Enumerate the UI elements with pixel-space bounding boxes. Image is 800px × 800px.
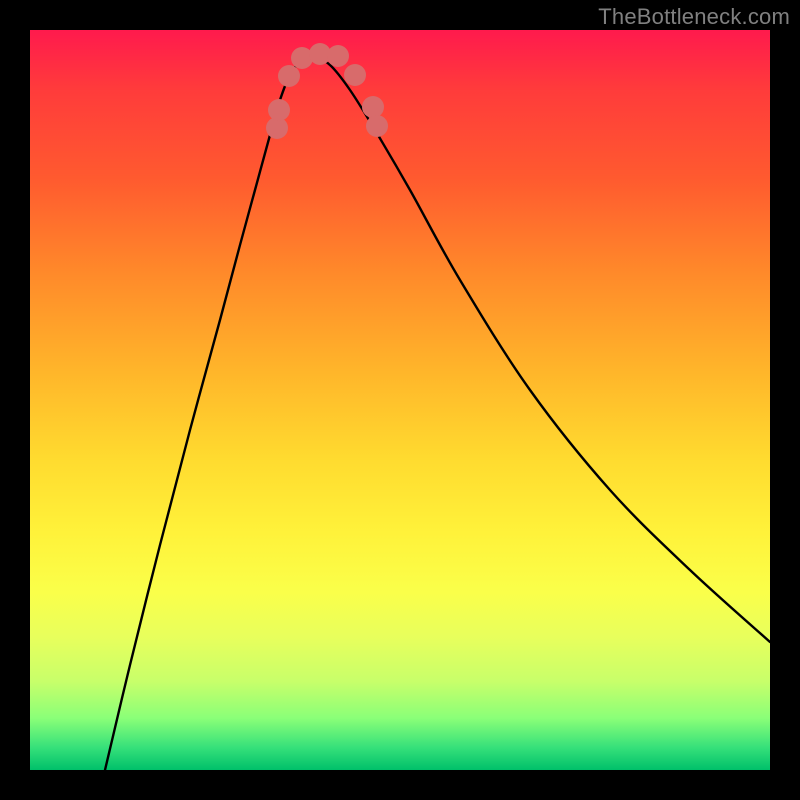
dot-right-mid (362, 96, 384, 118)
dot-left-mid (268, 99, 290, 121)
chart-svg (30, 30, 770, 770)
chart-plot-area (30, 30, 770, 770)
dot-right-upper (366, 115, 388, 137)
bottleneck-curve (105, 58, 770, 770)
dot-right-lower (344, 64, 366, 86)
dot-left-lower (278, 65, 300, 87)
watermark-label: TheBottleneck.com (598, 4, 790, 30)
dot-base-3 (327, 45, 349, 67)
